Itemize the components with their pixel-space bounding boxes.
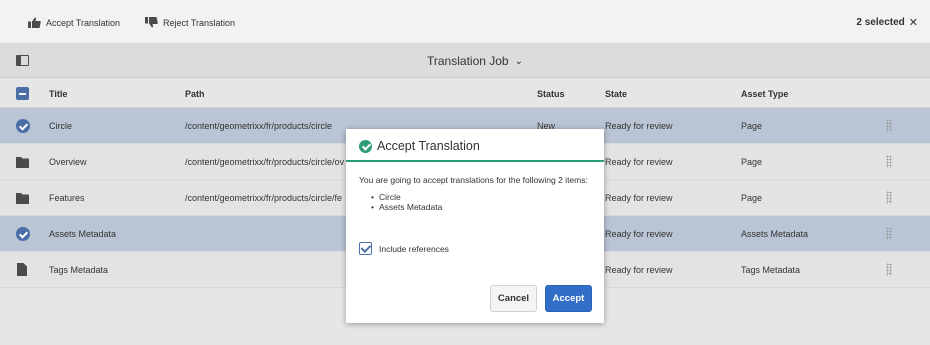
include-references-option[interactable]: Include references [359,242,449,255]
row-title: Tags Metadata [49,265,109,275]
row-state: Ready for review [605,229,673,239]
drag-handle-icon[interactable] [886,263,892,276]
dialog-header: Accept Translation [346,129,604,162]
row-title: Assets Metadata [49,229,117,239]
row-title: Features [49,193,85,203]
row-path: /content/geometrixx/fr/products/circle [185,121,333,131]
action-toolbar: Accept Translation Reject Translation 2 … [0,0,930,44]
selection-count: 2 selected ✕ [856,16,918,29]
accept-translation-label: Accept Translation [46,17,121,28]
rail-toggle-icon[interactable] [16,55,29,66]
header-state[interactable]: State [605,89,627,99]
thumbs-down-icon [145,17,158,28]
row-state: Ready for review [605,121,673,131]
row-title: Overview [49,157,87,167]
row-state: Ready for review [605,157,673,167]
cancel-button[interactable]: Cancel [490,285,537,312]
row-title: Circle [49,121,73,131]
include-references-checkbox[interactable] [359,242,372,255]
drag-handle-icon[interactable] [886,155,892,168]
check-icon[interactable] [16,227,30,241]
header-status[interactable]: Status [537,89,565,99]
row-path: /content/geometrixx/fr/products/circle/o… [185,157,345,167]
header-asset-type[interactable]: Asset Type [741,89,788,99]
reject-translation-button[interactable]: Reject Translation [145,17,235,28]
file-icon[interactable] [17,263,27,276]
accept-translation-button[interactable]: Accept Translation [28,17,120,28]
folder-icon[interactable] [16,157,29,168]
row-path: /content/geometrixx/fr/products/circle/f… [185,193,343,203]
select-all-checkbox[interactable] [16,87,29,100]
dialog-message: You are going to accept translations for… [359,175,588,185]
dialog-item-list: Circle Assets Metadata [359,192,591,212]
list-item: Assets Metadata [371,202,591,212]
row-asset-type: Page [741,193,763,203]
header-path[interactable]: Path [185,89,205,99]
include-references-label: Include references [379,243,449,254]
row-state: Ready for review [605,265,673,275]
dialog-body: You are going to accept translations for… [346,162,604,212]
list-item: Circle [371,192,591,202]
table-header: Title Path Status State Asset Type [0,78,930,108]
row-asset-type: Assets Metadata [741,229,809,239]
folder-icon[interactable] [16,193,29,204]
thumbs-up-icon [28,17,41,28]
drag-handle-icon[interactable] [886,119,892,132]
header-title[interactable]: Title [49,89,67,99]
row-asset-type: Page [741,121,763,131]
page-title: Translation Job [427,54,509,68]
dialog-title: Accept Translation [377,139,480,153]
drag-handle-icon[interactable] [886,191,892,204]
row-asset-type: Page [741,157,763,167]
selection-count-label: 2 selected [856,17,905,28]
title-bar: Translation Job ⌄ [0,44,930,78]
success-check-icon [359,140,372,153]
check-icon[interactable] [16,119,30,133]
chevron-down-icon: ⌄ [514,55,523,67]
drag-handle-icon[interactable] [886,227,892,240]
accept-translation-dialog: Accept Translation You are going to acce… [346,129,604,323]
clear-selection-icon[interactable]: ✕ [909,16,918,29]
accept-button[interactable]: Accept [545,285,592,312]
row-asset-type: Tags Metadata [741,265,801,275]
reject-translation-label: Reject Translation [163,17,236,28]
row-state: Ready for review [605,193,673,203]
job-title-dropdown[interactable]: Translation Job ⌄ [427,54,523,68]
